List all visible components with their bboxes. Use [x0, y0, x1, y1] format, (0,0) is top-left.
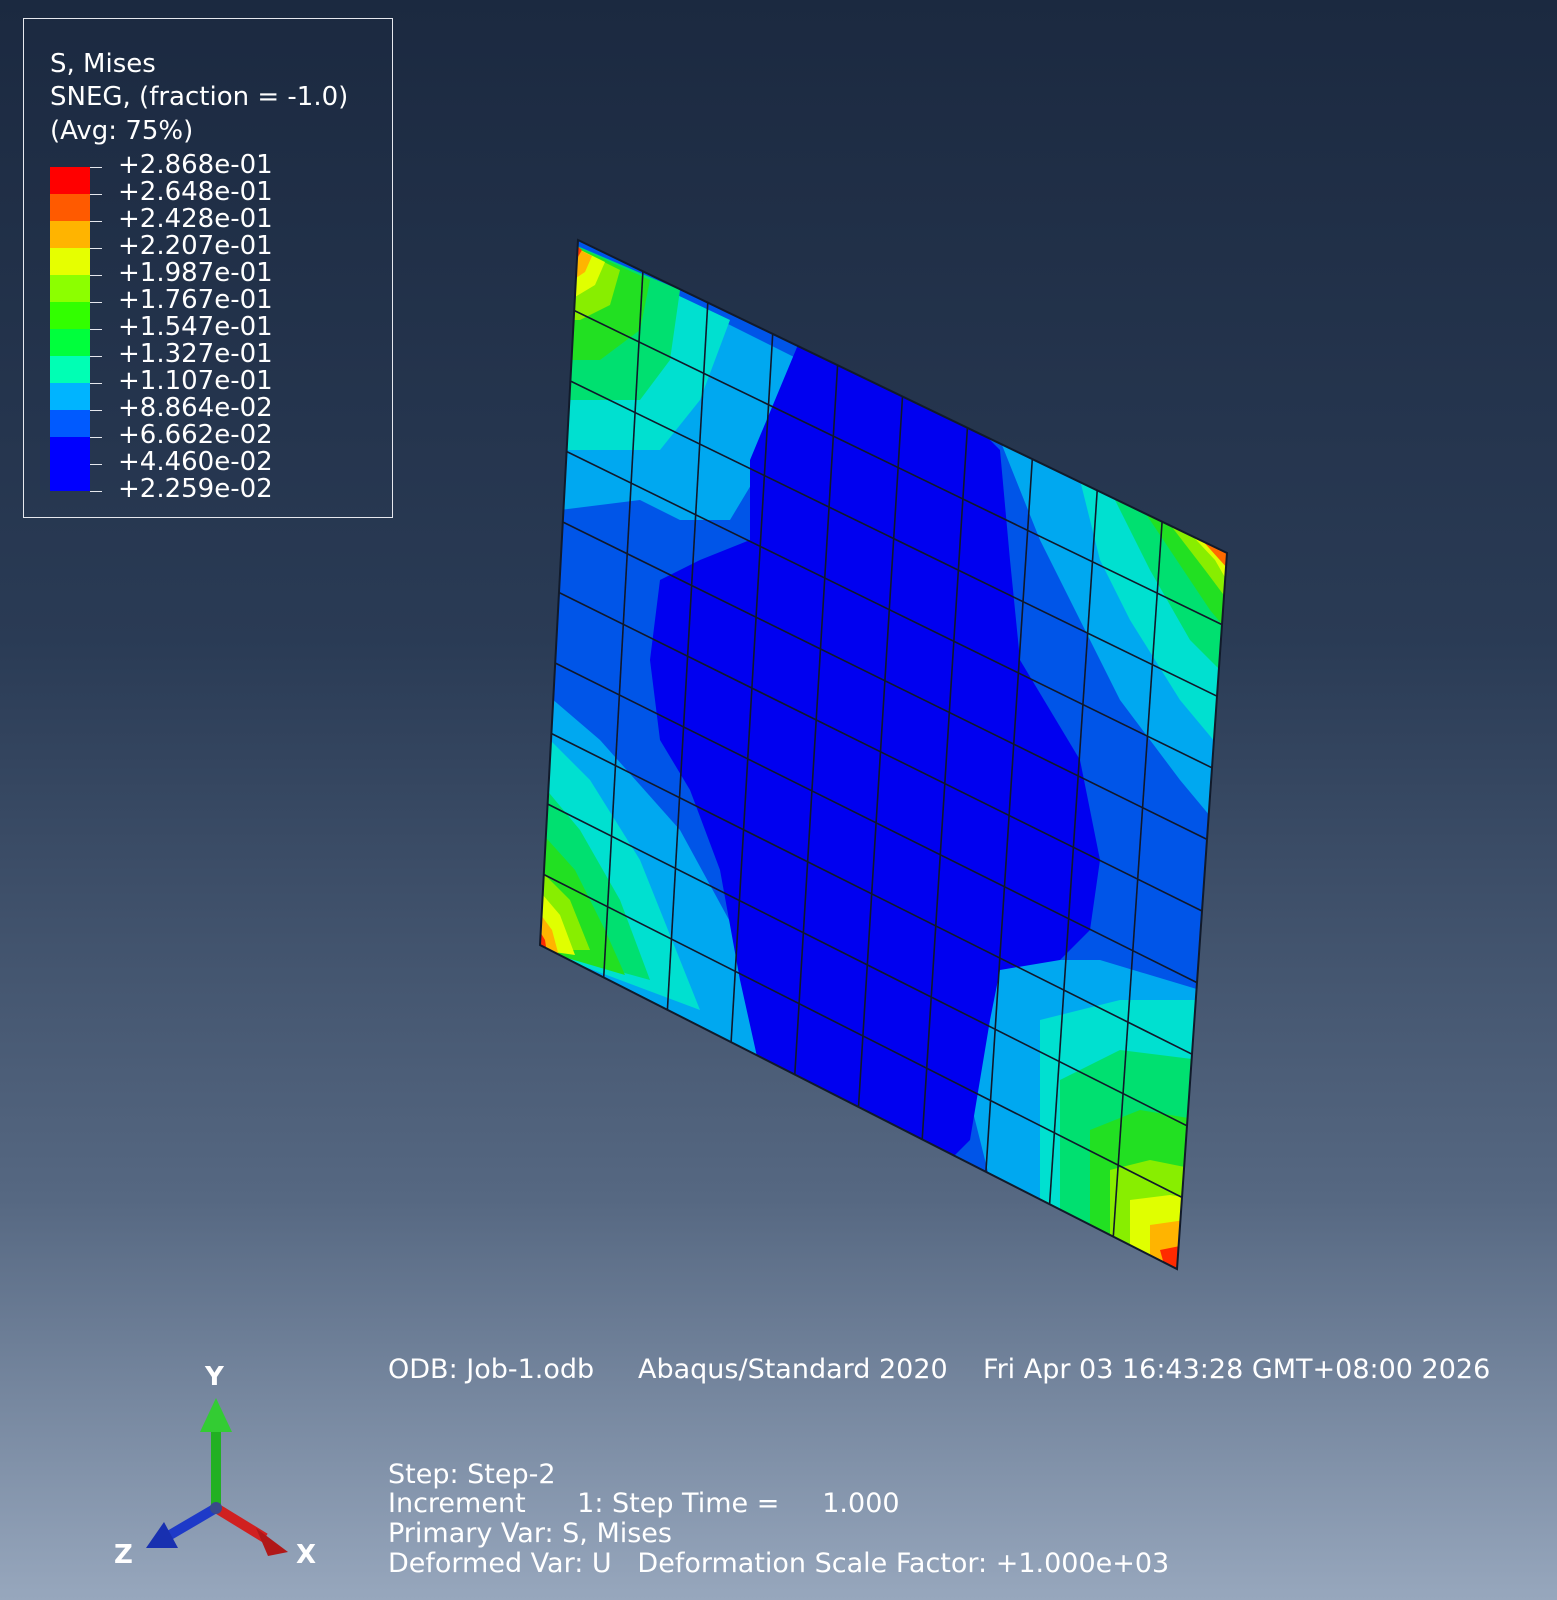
- info-primary-var: Primary Var: S, Mises: [388, 1518, 672, 1549]
- z-axis-arrow-shaft: [167, 1503, 219, 1540]
- x-axis-arrow-shaft: [213, 1503, 268, 1543]
- z-axis-label: Z: [114, 1540, 133, 1570]
- triad-origin: [210, 1502, 222, 1514]
- info-increment: Increment 1: Step Time = 1.000: [388, 1488, 900, 1519]
- info-date: Fri Apr 03 16:43:28 GMT+08:00 2026: [983, 1354, 1491, 1385]
- info-step: Step: Step-2: [388, 1459, 556, 1490]
- x-axis-arrow-head: [256, 1528, 288, 1556]
- axis-triad: Y Z X: [100, 1362, 340, 1594]
- x-axis-label: X: [296, 1540, 317, 1570]
- plate-contours: [540, 240, 1227, 1269]
- info-deformed-var: Deformed Var: U Deformation Scale Factor…: [388, 1548, 1170, 1579]
- y-axis-arrow-head: [200, 1398, 232, 1432]
- y-axis-label: Y: [205, 1362, 224, 1392]
- info-solver: Abaqus/Standard 2020: [638, 1354, 948, 1385]
- info-odb: ODB: Job-1.odb: [388, 1354, 595, 1385]
